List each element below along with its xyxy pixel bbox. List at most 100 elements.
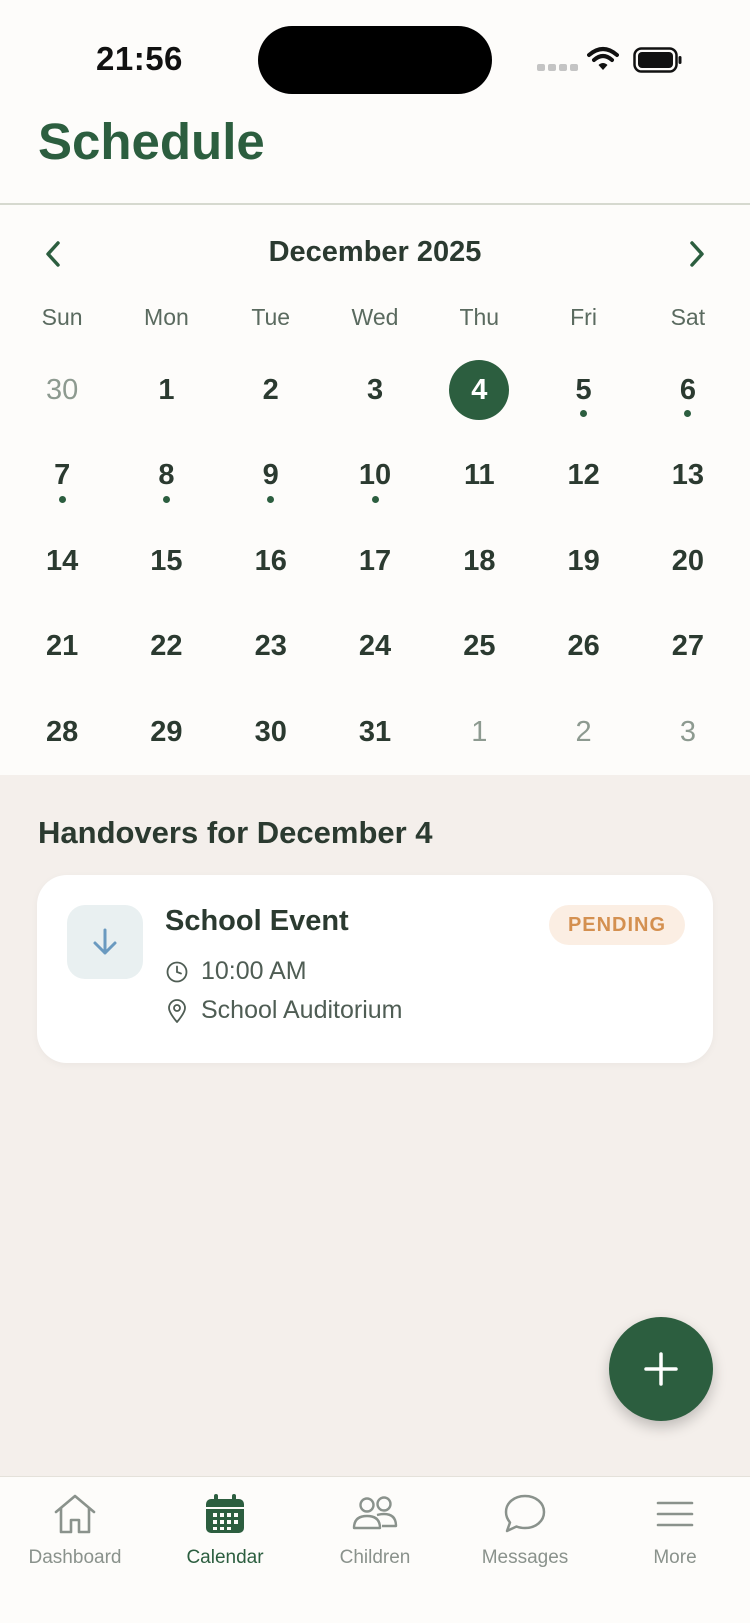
day-number: 30 <box>46 373 79 406</box>
calendar-day[interactable]: 3 <box>636 690 740 776</box>
day-number: 1 <box>158 373 175 406</box>
tab-more[interactable]: More <box>600 1477 750 1623</box>
weekday-label: Sat <box>670 304 706 330</box>
day-number: 30 <box>254 715 287 748</box>
handover-location: School Auditorium <box>201 996 403 1024</box>
home-icon <box>54 1494 96 1534</box>
weekday-label: Fri <box>570 304 597 330</box>
weekday-label: Sun <box>41 304 83 330</box>
day-number: 25 <box>463 630 496 662</box>
calendar-day[interactable]: 2 <box>219 348 323 434</box>
battery-icon <box>633 47 683 78</box>
tab-dashboard[interactable]: Dashboard <box>0 1477 150 1623</box>
calendar-day[interactable]: 6 <box>636 348 740 434</box>
day-number: 17 <box>358 544 392 577</box>
day-number: 19 <box>567 544 600 577</box>
weekday-label: Mon <box>144 304 189 330</box>
calendar-day[interactable]: 9 <box>219 434 323 520</box>
calendar-days-grid: 30 1 2 3 4 5 6 7 8 9 10 11 12 13 14 15 16 17 18 19 20 21 22 23 2… <box>10 348 740 776</box>
calendar-day[interactable]: 20 <box>636 519 740 605</box>
day-number: 15 <box>150 544 183 577</box>
day-number: 20 <box>671 544 705 577</box>
day-number: 3 <box>679 715 696 748</box>
event-indicator-dot <box>58 495 66 503</box>
calendar-day[interactable]: 29 <box>114 690 218 776</box>
day-number: 26 <box>567 630 600 662</box>
day-number: 29 <box>150 715 183 748</box>
calendar-day[interactable]: 27 <box>636 605 740 691</box>
calendar-day[interactable]: 25 <box>427 605 531 691</box>
day-number: 11 <box>463 459 495 491</box>
people-icon <box>352 1496 398 1530</box>
calendar-day[interactable]: 31 <box>323 690 427 776</box>
header-divider <box>0 203 750 205</box>
calendar-day[interactable]: 18 <box>427 519 531 605</box>
calendar-day[interactable]: 3 <box>323 348 427 434</box>
tab-calendar[interactable]: Calendar <box>150 1477 300 1623</box>
day-number: 22 <box>150 630 183 662</box>
calendar-day[interactable]: 17 <box>323 519 427 605</box>
weekday-label: Tue <box>251 304 291 330</box>
handover-time-row: 10:00 AM <box>165 957 307 986</box>
calendar-day[interactable]: 26 <box>531 605 635 691</box>
day-number: 3 <box>366 373 384 406</box>
tab-bar: Dashboard Calendar Children Messages Mor… <box>0 1476 750 1623</box>
calendar-day[interactable]: 21 <box>10 605 114 691</box>
day-number: 13 <box>671 459 705 491</box>
day-number: 12 <box>567 459 600 491</box>
calendar-day[interactable]: 23 <box>219 605 323 691</box>
chevron-right-icon <box>690 241 704 267</box>
calendar-day[interactable]: 16 <box>219 519 323 605</box>
day-number: 4 <box>449 360 510 420</box>
calendar-day[interactable]: 28 <box>10 690 114 776</box>
calendar-day[interactable]: 1 <box>114 348 218 434</box>
calendar-day-selected[interactable]: 4 <box>427 348 531 434</box>
event-indicator-dot <box>162 495 170 503</box>
calendar-day[interactable]: 8 <box>114 434 218 520</box>
calendar-day[interactable]: 7 <box>10 434 114 520</box>
calendar-day[interactable]: 5 <box>531 348 635 434</box>
weekday-label: Wed <box>351 304 399 330</box>
calendar-day[interactable]: 24 <box>323 605 427 691</box>
calendar-day[interactable]: 30 <box>219 690 323 776</box>
calendar-day[interactable]: 30 <box>10 348 114 434</box>
day-number: 24 <box>358 630 392 662</box>
next-month-button[interactable] <box>676 234 716 274</box>
month-navigation: December 2025 <box>0 228 750 278</box>
calendar-icon <box>206 1494 244 1533</box>
plus-icon <box>644 1352 678 1386</box>
handover-time: 10:00 AM <box>201 957 307 985</box>
menu-icon <box>656 1501 694 1527</box>
calendar-day[interactable]: 2 <box>531 690 635 776</box>
handover-card[interactable]: School Event PENDING 10:00 AM School Aud… <box>37 875 713 1063</box>
weekday-header: Sun Mon Tue Wed Thu Fri Sat <box>10 304 740 331</box>
day-number: 2 <box>262 373 279 406</box>
day-number: 28 <box>46 715 79 748</box>
day-number: 31 <box>358 715 392 748</box>
page-title: Schedule <box>38 113 265 170</box>
dynamic-island <box>258 26 492 94</box>
calendar-day[interactable]: 19 <box>531 519 635 605</box>
clock-icon <box>166 961 188 982</box>
calendar-day[interactable]: 10 <box>323 434 427 520</box>
location-pin-icon <box>168 998 186 1023</box>
day-number: 27 <box>671 630 705 662</box>
add-handover-button[interactable] <box>609 1317 713 1421</box>
arrow-down-icon <box>67 905 143 979</box>
calendar-day[interactable]: 12 <box>531 434 635 520</box>
tab-label: More <box>653 1547 697 1568</box>
tab-children[interactable]: Children <box>300 1477 450 1623</box>
calendar-day[interactable]: 11 <box>427 434 531 520</box>
calendar-day[interactable]: 14 <box>10 519 114 605</box>
status-badge: PENDING <box>549 905 685 945</box>
calendar-day[interactable]: 1 <box>427 690 531 776</box>
wifi-icon <box>587 46 619 77</box>
tab-messages[interactable]: Messages <box>450 1477 600 1623</box>
calendar-day[interactable]: 15 <box>114 519 218 605</box>
day-number: 2 <box>575 715 592 748</box>
month-label: December 2025 <box>268 236 482 268</box>
day-number: 1 <box>471 715 488 748</box>
calendar-day[interactable]: 22 <box>114 605 218 691</box>
calendar-day[interactable]: 13 <box>636 434 740 520</box>
tab-label: Dashboard <box>28 1547 122 1568</box>
